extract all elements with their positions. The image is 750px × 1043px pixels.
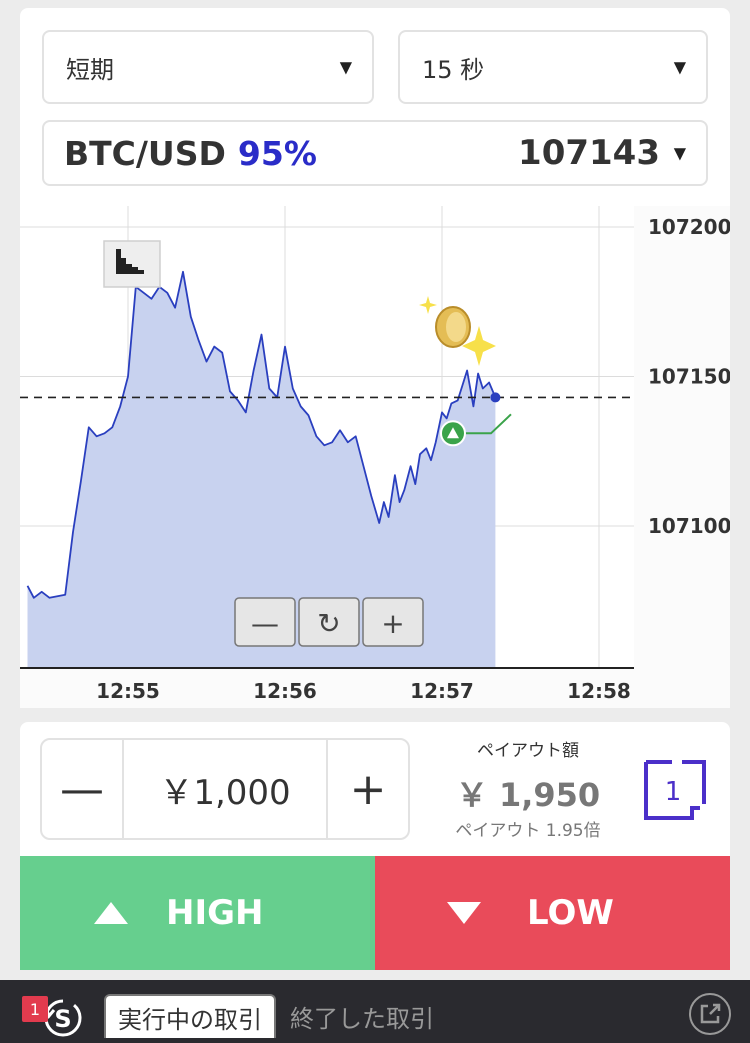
- tab-closed-trades[interactable]: 終了した取引: [290, 994, 434, 1038]
- arrow-down-icon: [447, 902, 481, 924]
- multi-trade-count: 1: [665, 777, 682, 807]
- high-button-label: HIGH: [166, 893, 264, 933]
- asset-current-price: 107143: [518, 133, 660, 173]
- y-tick-label: 107200: [648, 215, 730, 239]
- refresh-icon: ↻: [317, 607, 340, 640]
- asset-select[interactable]: BTC/USD 95% 107143 ▼: [42, 120, 708, 186]
- x-tick-label: 12:57: [410, 679, 474, 703]
- amount-increase-button[interactable]: +: [326, 740, 408, 838]
- price-chart-canvas: 107200 107150 107100 12:55 12:56 12:57 12:58 — ↻…: [20, 206, 730, 703]
- payout-label: ペイアウト額: [477, 741, 579, 761]
- trades-bar: S 1 実行中の取引 終了した取引: [0, 980, 750, 1043]
- tab-open-trades[interactable]: 実行中の取引: [104, 994, 276, 1038]
- coin-shine: [446, 312, 466, 342]
- duration-select[interactable]: 15 秒 ▼: [398, 30, 708, 104]
- external-link-icon[interactable]: [688, 992, 732, 1036]
- duration-select-value: 15 秒: [422, 55, 485, 84]
- chevron-down-icon: ▼: [673, 143, 686, 163]
- x-tick-label: 12:56: [253, 679, 317, 703]
- payout-value: ￥ 1,950: [455, 776, 601, 814]
- amount-decrease-button[interactable]: —: [42, 740, 124, 838]
- arrow-up-icon: [94, 902, 128, 924]
- open-trades-badge: 1: [22, 996, 48, 1022]
- x-tick-label: 12:55: [96, 679, 160, 703]
- price-chart[interactable]: 107200 107150 107100 12:55 12:56 12:57 12:58 — ↻…: [20, 206, 730, 708]
- asset-name: BTC/USD: [64, 133, 226, 173]
- multi-trade-button[interactable]: 1: [642, 758, 708, 822]
- x-tick-label: 12:58: [567, 679, 631, 703]
- payout-multiplier: ペイアウト 1.95倍: [455, 821, 601, 841]
- term-select-value: 短期: [66, 55, 114, 84]
- minus-icon: —: [251, 607, 279, 640]
- high-button[interactable]: HIGH: [20, 856, 375, 970]
- chevron-down-icon: ▼: [673, 57, 686, 77]
- amount-stepper: — ￥1,000 +: [40, 738, 410, 840]
- low-button[interactable]: LOW: [375, 856, 730, 970]
- asset-payout-percent: 95%: [237, 133, 317, 173]
- current-price-dot: [490, 392, 501, 403]
- chevron-down-icon: ▼: [339, 57, 352, 77]
- term-select[interactable]: 短期 ▼: [42, 30, 374, 104]
- y-tick-label: 107100: [648, 514, 730, 538]
- low-button-label: LOW: [527, 893, 614, 933]
- plus-icon: +: [381, 607, 404, 640]
- multi-trade-frame-icon: [682, 760, 706, 804]
- trade-icon-letter: S: [54, 1005, 71, 1033]
- amount-input[interactable]: ￥1,000: [124, 740, 326, 838]
- y-tick-label: 107150: [648, 365, 730, 389]
